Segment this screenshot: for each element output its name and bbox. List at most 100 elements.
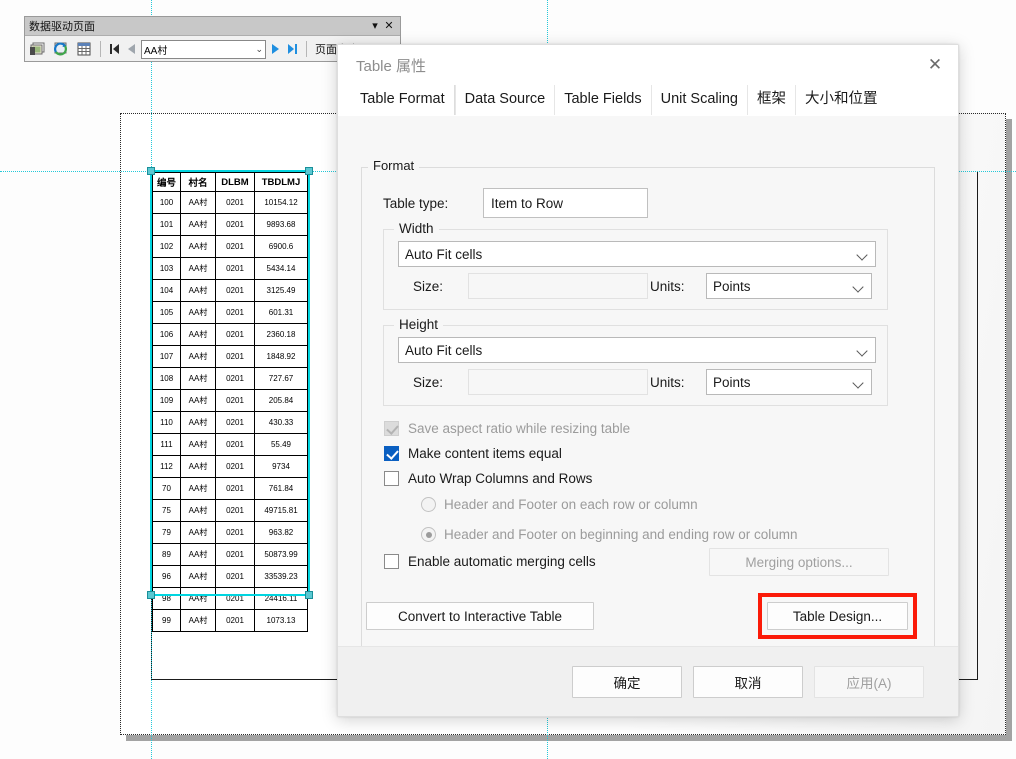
table-cell: AA村 <box>180 213 216 236</box>
radio-header-footer-each-row[interactable]: Header and Footer on each row or column <box>421 497 698 512</box>
table-cell: 99 <box>152 609 181 632</box>
tab-size-and-position[interactable]: 大小和位置 <box>794 85 887 115</box>
table-cell: 9734 <box>254 455 308 478</box>
radio-header-footer-each-row-label: Header and Footer on each row or column <box>444 497 698 512</box>
checkbox-enable-automatic-merging-cells[interactable]: Enable automatic merging cells <box>384 554 596 569</box>
table-cell: 112 <box>152 455 181 478</box>
checkbox-icon[interactable] <box>384 421 399 436</box>
chevron-down-icon <box>852 376 865 389</box>
close-icon[interactable]: ✕ <box>382 17 396 36</box>
table-cell: 0201 <box>215 411 255 434</box>
height-units-combobox[interactable]: Points <box>706 369 872 395</box>
chevron-down-icon[interactable]: ▾ <box>368 17 382 36</box>
table-cell: 0201 <box>215 367 255 390</box>
nav-first-page-button[interactable] <box>107 39 121 59</box>
table-cell: 205.84 <box>254 389 308 412</box>
table-row[interactable]: 107 AA村 0201 1848.92 <box>152 345 308 368</box>
table-row[interactable]: 99 AA村 0201 1073.13 <box>152 609 308 632</box>
table-type-label: Table type: <box>383 195 449 211</box>
tab-table-fields[interactable]: Table Fields <box>554 85 651 115</box>
table-cell: 0201 <box>215 191 255 214</box>
tab-data-source[interactable]: Data Source <box>454 85 555 115</box>
tab-frame[interactable]: 框架 <box>746 85 795 115</box>
table-row[interactable]: 70 AA村 0201 761.84 <box>152 477 308 500</box>
table-row[interactable]: 105 AA村 0201 601.31 <box>152 301 308 324</box>
table-row[interactable]: 79 AA村 0201 963.82 <box>152 521 308 544</box>
table-row[interactable]: 110 AA村 0201 430.33 <box>152 411 308 434</box>
cancel-button[interactable]: 取消 <box>693 666 803 698</box>
radio-header-footer-begin-end[interactable]: Header and Footer on beginning and endin… <box>421 527 798 542</box>
merging-options-button[interactable]: Merging options... <box>709 548 889 576</box>
nav-previous-page-button[interactable] <box>124 39 138 59</box>
table-cell: 108 <box>152 367 181 390</box>
table-row[interactable]: 102 AA村 0201 6900.6 <box>152 235 308 258</box>
table-row[interactable]: 100 AA村 0201 10154.12 <box>152 191 308 214</box>
table-cell: 761.84 <box>254 477 308 500</box>
dialog-titlebar[interactable]: Table 属性 ✕ <box>338 45 958 85</box>
table-row[interactable]: 109 AA村 0201 205.84 <box>152 389 308 412</box>
apply-button[interactable]: 应用(A) <box>814 666 924 698</box>
table-cell: AA村 <box>180 543 216 566</box>
table-type-value[interactable]: Item to Row <box>483 188 648 218</box>
width-mode-combobox[interactable]: Auto Fit cells <box>398 241 876 267</box>
table-design-button[interactable]: Table Design... <box>767 602 908 630</box>
table-row[interactable]: 106 AA村 0201 2360.18 <box>152 323 308 346</box>
chevron-down-icon[interactable]: ⌄ <box>255 44 263 55</box>
attribute-table: 编号 村名 DLBM TBDLMJ 100 AA村 0201 10154.12 101 A… <box>152 172 308 632</box>
table-cell: 6900.6 <box>254 235 308 258</box>
checkbox-icon[interactable] <box>384 446 399 461</box>
table-row[interactable]: 89 AA村 0201 50873.99 <box>152 543 308 566</box>
checkbox-auto-wrap-columns-rows[interactable]: Auto Wrap Columns and Rows <box>384 471 592 486</box>
checkbox-make-content-items-equal[interactable]: Make content items equal <box>384 446 562 461</box>
checkbox-icon[interactable] <box>384 471 399 486</box>
tab-table-format[interactable]: Table Format <box>351 85 455 115</box>
table-cell: AA村 <box>180 279 216 302</box>
page-table-icon[interactable] <box>74 39 94 59</box>
table-cell: 430.33 <box>254 411 308 434</box>
table-cell: 9893.68 <box>254 213 308 236</box>
table-type-row: Table type: Item to Row <box>383 188 648 218</box>
radio-icon[interactable] <box>421 497 436 512</box>
table-cell: 0201 <box>215 477 255 500</box>
tab-unit-scaling[interactable]: Unit Scaling <box>650 85 747 115</box>
page-name-combobox[interactable]: AA村 ⌄ <box>141 39 266 59</box>
toolbar-titlebar[interactable]: 数据驱动页面 ▾ ✕ <box>25 17 400 36</box>
page-layers-icon[interactable] <box>28 39 48 59</box>
table-cell: 55.49 <box>254 433 308 456</box>
attribute-table-container[interactable]: 编号 村名 DLBM TBDLMJ 100 AA村 0201 10154.12 101 A… <box>152 172 308 632</box>
table-row[interactable]: 111 AA村 0201 55.49 <box>152 433 308 456</box>
nav-last-page-button[interactable] <box>286 39 300 59</box>
table-cell: AA村 <box>180 609 216 632</box>
ok-button[interactable]: 确定 <box>572 666 682 698</box>
checkbox-icon[interactable] <box>384 554 399 569</box>
table-row[interactable]: 108 AA村 0201 727.67 <box>152 367 308 390</box>
table-row[interactable]: 103 AA村 0201 5434.14 <box>152 257 308 280</box>
table-cell: AA村 <box>180 411 216 434</box>
table-cell: 75 <box>152 499 181 522</box>
table-row[interactable]: 101 AA村 0201 9893.68 <box>152 213 308 236</box>
height-mode-combobox[interactable]: Auto Fit cells <box>398 337 876 363</box>
table-cell: 0201 <box>215 279 255 302</box>
convert-to-interactive-table-button[interactable]: Convert to Interactive Table <box>366 602 594 630</box>
height-size-input[interactable] <box>468 369 648 395</box>
table-cell: AA村 <box>180 521 216 544</box>
radio-icon[interactable] <box>421 527 436 542</box>
checkbox-save-aspect-ratio[interactable]: Save aspect ratio while resizing table <box>384 421 630 436</box>
table-cell: 727.67 <box>254 367 308 390</box>
table-cell: 49715.81 <box>254 499 308 522</box>
width-size-input[interactable] <box>468 273 648 299</box>
refresh-pages-icon[interactable] <box>51 39 71 59</box>
table-cell: AA村 <box>180 257 216 280</box>
close-icon[interactable]: ✕ <box>920 51 950 79</box>
table-row[interactable]: 96 AA村 0201 33539.23 <box>152 565 308 588</box>
table-row[interactable]: 112 AA村 0201 9734 <box>152 455 308 478</box>
table-row[interactable]: 75 AA村 0201 49715.81 <box>152 499 308 522</box>
width-units-combobox[interactable]: Points <box>706 273 872 299</box>
checkbox-auto-wrap-columns-rows-label: Auto Wrap Columns and Rows <box>408 471 593 486</box>
nav-next-page-button[interactable] <box>269 39 283 59</box>
table-cell: 105 <box>152 301 181 324</box>
table-cell: AA村 <box>180 455 216 478</box>
table-row[interactable]: 98 AA村 0201 24416.11 <box>152 587 308 610</box>
table-row[interactable]: 104 AA村 0201 3125.49 <box>152 279 308 302</box>
radio-header-footer-begin-end-label: Header and Footer on beginning and endin… <box>444 527 798 542</box>
